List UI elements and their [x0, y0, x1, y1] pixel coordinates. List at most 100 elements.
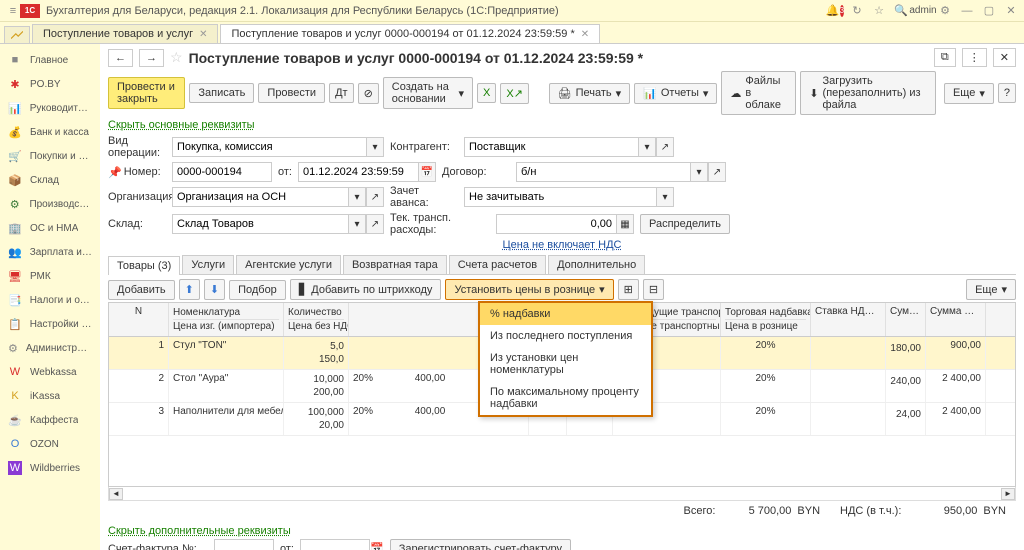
- tab-doc-list[interactable]: Поступление товаров и услуг ✕: [32, 24, 218, 43]
- home-tab-button[interactable]: [4, 26, 30, 43]
- more-button[interactable]: Еще ▾: [944, 83, 994, 104]
- operation-field[interactable]: [172, 137, 366, 157]
- set-retail-prices-button[interactable]: Установить цены в рознице ▾: [445, 279, 613, 300]
- dropdown-icon[interactable]: ▾: [656, 187, 674, 207]
- sidebar-item-taxes[interactable]: 📑Налоги и отчетность: [0, 288, 100, 312]
- tab-services[interactable]: Услуги: [182, 255, 234, 274]
- dropdown-icon[interactable]: ▾: [348, 214, 366, 234]
- transport-field[interactable]: [496, 214, 616, 234]
- open-icon[interactable]: ↗: [366, 187, 384, 207]
- sidebar-item-assets[interactable]: 🏢ОС и НМА: [0, 216, 100, 240]
- help-button[interactable]: ?: [998, 83, 1016, 103]
- sidebar-item-manager[interactable]: 📊Руководителю: [0, 96, 100, 120]
- menu-item-price-setting[interactable]: Из установки цен номенклатуры: [480, 347, 651, 381]
- history-icon[interactable]: ↻: [850, 4, 864, 18]
- user-label[interactable]: admin: [916, 4, 930, 18]
- open-icon[interactable]: ↗: [656, 137, 674, 157]
- popout-icon[interactable]: ⧉: [934, 48, 956, 67]
- sidebar-item-hr[interactable]: 👥Зарплата и кадры: [0, 240, 100, 264]
- post-and-close-button[interactable]: Провести и закрыть: [108, 77, 185, 109]
- open-icon[interactable]: ↗: [366, 214, 384, 234]
- search-icon[interactable]: 🔍: [894, 4, 908, 18]
- calendar-icon[interactable]: 📅: [418, 162, 436, 182]
- maximize-icon[interactable]: ▢: [982, 4, 996, 18]
- reports-button[interactable]: 📊 Отчеты ▾: [634, 83, 717, 104]
- dropdown-icon[interactable]: ▾: [366, 137, 384, 157]
- print-button[interactable]: 🖨 Печать ▾: [549, 83, 631, 104]
- number-field[interactable]: [172, 162, 272, 182]
- sidebar-item-ikassa[interactable]: KiKassa: [0, 384, 100, 408]
- excel-icon[interactable]: X: [477, 83, 496, 103]
- menu-item-last-receipt[interactable]: Из последнего поступления: [480, 325, 651, 347]
- sidebar-item-wildberries[interactable]: WWildberries: [0, 456, 100, 480]
- tab-accounts[interactable]: Счета расчетов: [449, 255, 546, 274]
- sidebar-item-kaffesta[interactable]: ☕Каффеста: [0, 408, 100, 432]
- hide-main-details-link[interactable]: Скрыть основные реквизиты: [108, 119, 255, 131]
- tab-return-tara[interactable]: Возвратная тара: [343, 255, 447, 274]
- save-button[interactable]: Записать: [189, 83, 254, 103]
- dropdown-icon[interactable]: ▾: [638, 137, 656, 157]
- bell-icon[interactable]: 🔔3: [828, 4, 842, 18]
- sidebar-item-webkassa[interactable]: WWebkassa: [0, 360, 100, 384]
- minimize-icon[interactable]: —: [960, 4, 974, 18]
- cloud-files-button[interactable]: ☁ Файлы в облаке: [721, 71, 796, 115]
- calc-icon[interactable]: ▦: [616, 214, 634, 234]
- horizontal-scrollbar[interactable]: ◄►: [108, 487, 1016, 501]
- warehouse-field[interactable]: [172, 214, 348, 234]
- sidebar-item-admin[interactable]: ⚙Администрирование: [0, 336, 100, 360]
- add-row-button[interactable]: Добавить: [108, 280, 175, 300]
- invoice-date-field[interactable]: [300, 539, 370, 550]
- tab-agent-services[interactable]: Агентские услуги: [236, 255, 341, 274]
- sidebar-item-warehouse[interactable]: 📦Склад: [0, 168, 100, 192]
- tab-doc-current[interactable]: Поступление товаров и услуг 0000-000194 …: [220, 24, 600, 43]
- sidebar-item-main[interactable]: ■Главное: [0, 48, 100, 72]
- column-icon-1[interactable]: ⊞: [618, 279, 639, 300]
- calendar-icon[interactable]: 📅: [370, 543, 384, 550]
- sidebar-item-settings[interactable]: 📋Настройки учета: [0, 312, 100, 336]
- dt-kt-icon[interactable]: Дт: [329, 83, 354, 103]
- sidebar-item-production[interactable]: ⚙Производство: [0, 192, 100, 216]
- sidebar-item-rmk[interactable]: 🖥РМК: [0, 264, 100, 288]
- close-icon[interactable]: ✕: [199, 29, 207, 40]
- menu-item-max-markup[interactable]: По максимальному проценту надбавки: [480, 381, 651, 415]
- star-icon[interactable]: ☆: [872, 4, 886, 18]
- move-up-icon[interactable]: ⬆: [179, 279, 200, 300]
- org-field[interactable]: [172, 187, 348, 207]
- price-vat-link[interactable]: Цена не включает НДС: [503, 239, 622, 251]
- column-icon-2[interactable]: ⊟: [643, 279, 664, 300]
- invoice-no-field[interactable]: [214, 539, 274, 550]
- open-icon[interactable]: ↗: [708, 162, 726, 182]
- close-doc-icon[interactable]: ✕: [993, 48, 1016, 67]
- menu-icon[interactable]: ≡: [6, 4, 20, 18]
- dropdown-icon[interactable]: ▾: [690, 162, 708, 182]
- dropdown-icon[interactable]: ▾: [348, 187, 366, 207]
- close-icon[interactable]: ✕: [581, 29, 589, 40]
- tab-additional[interactable]: Дополнительно: [548, 255, 645, 274]
- sidebar-item-poby[interactable]: ✱PO.BY: [0, 72, 100, 96]
- counterparty-field[interactable]: [464, 137, 638, 157]
- load-from-file-button[interactable]: ⬇ Загрузить (перезаполнить) из файла: [800, 71, 936, 115]
- menu-item-markup-pct[interactable]: % надбавки: [480, 303, 651, 325]
- register-invoice-button[interactable]: Зарегистрировать счет-фактуру: [390, 539, 571, 550]
- pick-button[interactable]: Подбор: [229, 280, 286, 300]
- sidebar-item-sales[interactable]: 🛒Покупки и продажи: [0, 144, 100, 168]
- move-down-icon[interactable]: ⬇: [204, 279, 225, 300]
- menu-dots-icon[interactable]: ⋮: [962, 48, 987, 67]
- post-button[interactable]: Провести: [258, 83, 325, 103]
- unpost-icon[interactable]: ⊘: [358, 83, 379, 104]
- sidebar-item-bank[interactable]: 💰Банк и касса: [0, 120, 100, 144]
- contract-field[interactable]: [516, 162, 690, 182]
- create-based-button[interactable]: Создать на основании ▾: [383, 77, 473, 109]
- distribute-button[interactable]: Распределить: [640, 214, 730, 234]
- advance-field[interactable]: [464, 187, 656, 207]
- close-window-icon[interactable]: ✕: [1004, 4, 1018, 18]
- nav-back-button[interactable]: ←: [108, 49, 133, 67]
- table-more-button[interactable]: Еще ▾: [966, 279, 1016, 300]
- hide-extra-link[interactable]: Скрыть дополнительные реквизиты: [108, 525, 291, 537]
- add-by-barcode-button[interactable]: ▋ Добавить по штрихкоду: [290, 279, 442, 300]
- nav-forward-button[interactable]: →: [139, 49, 164, 67]
- date-field[interactable]: [298, 162, 418, 182]
- excel-export-icon[interactable]: X↗: [500, 83, 529, 104]
- sidebar-item-ozon[interactable]: OOZON: [0, 432, 100, 456]
- settings-icon[interactable]: ⚙: [938, 4, 952, 18]
